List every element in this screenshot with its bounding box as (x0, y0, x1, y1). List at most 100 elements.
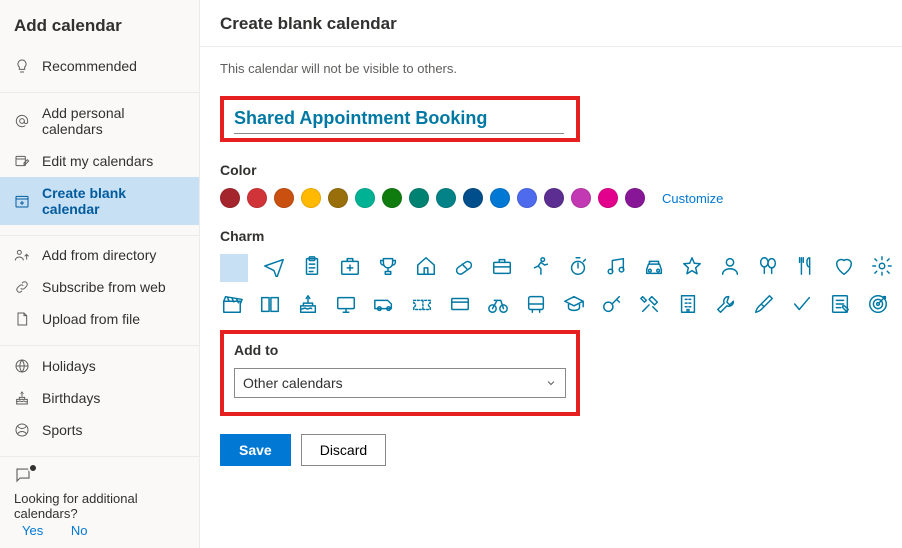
sidebar-item-label: Holidays (42, 358, 96, 374)
charm-checkmark[interactable] (790, 292, 814, 316)
sidebar-item-label: Subscribe from web (42, 279, 166, 295)
charm-key[interactable] (600, 292, 624, 316)
globe-icon (14, 358, 30, 374)
calendar-name-highlight (220, 96, 580, 142)
sports-icon (14, 422, 30, 438)
charm-running[interactable] (528, 254, 552, 278)
notification-badge (28, 463, 38, 473)
sidebar-title: Add calendar (0, 8, 199, 50)
addto-dropdown[interactable]: Other calendars (234, 368, 566, 398)
charm-target[interactable] (866, 292, 890, 316)
charm-ticket[interactable] (410, 292, 434, 316)
add-calendar-icon (14, 193, 30, 209)
sidebar-item-directory[interactable]: Add from directory (0, 239, 199, 271)
charm-clapboard[interactable] (220, 292, 244, 316)
color-swatch-4[interactable] (328, 188, 348, 208)
color-swatch-7[interactable] (409, 188, 429, 208)
footer-question: Looking for additional calendars? (14, 491, 185, 521)
sidebar-item-create-blank[interactable]: Create blank calendar (0, 177, 199, 225)
sidebar-item-label: Add personal calendars (42, 105, 185, 137)
charm-heart[interactable] (832, 254, 856, 278)
save-button[interactable]: Save (220, 434, 291, 466)
color-swatch-14[interactable] (598, 188, 618, 208)
charm-section-label: Charm (220, 228, 882, 244)
sidebar-item-label: Edit my calendars (42, 153, 153, 169)
directory-icon (14, 247, 30, 263)
charm-cake[interactable] (296, 292, 320, 316)
charm-building[interactable] (676, 292, 700, 316)
sidebar-item-recommended[interactable]: Recommended (0, 50, 199, 82)
charm-firstaid[interactable] (338, 254, 362, 278)
color-swatch-13[interactable] (571, 188, 591, 208)
sidebar-item-holidays[interactable]: Holidays (0, 350, 199, 382)
charm-trophy[interactable] (376, 254, 400, 278)
charm-clipboard[interactable] (300, 254, 324, 278)
charm-wrench[interactable] (714, 292, 738, 316)
sidebar-item-personal-calendars[interactable]: Add personal calendars (0, 97, 199, 145)
color-swatch-5[interactable] (355, 188, 375, 208)
color-swatch-0[interactable] (220, 188, 240, 208)
discard-button[interactable]: Discard (301, 434, 386, 466)
color-swatch-2[interactable] (274, 188, 294, 208)
at-icon (14, 113, 30, 129)
charm-graduation[interactable] (562, 292, 586, 316)
charm-star[interactable] (680, 254, 704, 278)
color-swatch-1[interactable] (247, 188, 267, 208)
sidebar-item-birthdays[interactable]: Birthdays (0, 382, 199, 414)
color-swatch-6[interactable] (382, 188, 402, 208)
charm-none[interactable] (220, 254, 248, 282)
sidebar-item-edit-calendars[interactable]: Edit my calendars (0, 145, 199, 177)
color-section-label: Color (220, 162, 882, 178)
color-swatch-10[interactable] (490, 188, 510, 208)
sidebar-item-label: Sports (42, 422, 82, 438)
addto-label: Add to (234, 342, 566, 358)
sidebar-item-sports[interactable]: Sports (0, 414, 199, 446)
customize-link[interactable]: Customize (662, 191, 723, 206)
addto-highlight: Add to Other calendars (220, 330, 580, 416)
charm-creditcard[interactable] (448, 292, 472, 316)
charm-bicycle[interactable] (486, 292, 510, 316)
charm-balloons[interactable] (756, 254, 780, 278)
charm-grid (220, 254, 900, 316)
footer-yes-link[interactable]: Yes (22, 523, 43, 538)
page-subtext: This calendar will not be visible to oth… (220, 61, 882, 76)
lightbulb-icon (14, 58, 30, 74)
sidebar-footer: Looking for additional calendars? Yes No (0, 460, 199, 548)
sidebar-item-label: Upload from file (42, 311, 140, 327)
footer-no-link[interactable]: No (71, 523, 88, 538)
charm-car[interactable] (642, 254, 666, 278)
addto-value: Other calendars (243, 375, 343, 391)
color-swatch-12[interactable] (544, 188, 564, 208)
sidebar: Add calendar Recommended Add personal ca… (0, 0, 200, 548)
sidebar-item-upload[interactable]: Upload from file (0, 303, 199, 335)
color-swatch-15[interactable] (625, 188, 645, 208)
charm-home[interactable] (414, 254, 438, 278)
main-panel: Create blank calendar This calendar will… (200, 0, 902, 548)
charm-person[interactable] (718, 254, 742, 278)
charm-pill[interactable] (452, 254, 476, 278)
charm-food[interactable] (794, 254, 818, 278)
sidebar-item-subscribe[interactable]: Subscribe from web (0, 271, 199, 303)
sidebar-item-label: Add from directory (42, 247, 156, 263)
color-swatch-8[interactable] (436, 188, 456, 208)
sidebar-item-label: Create blank calendar (42, 185, 185, 217)
charm-book[interactable] (258, 292, 282, 316)
charm-airplane[interactable] (262, 254, 286, 278)
cake-icon (14, 390, 30, 406)
charm-note[interactable] (828, 292, 852, 316)
charm-van[interactable] (372, 292, 396, 316)
chevron-down-icon (545, 377, 557, 389)
charm-tools[interactable] (638, 292, 662, 316)
color-swatch-11[interactable] (517, 188, 537, 208)
charm-briefcase[interactable] (490, 254, 514, 278)
color-swatch-9[interactable] (463, 188, 483, 208)
link-icon (14, 279, 30, 295)
charm-gear[interactable] (870, 254, 894, 278)
charm-bus[interactable] (524, 292, 548, 316)
color-swatch-3[interactable] (301, 188, 321, 208)
charm-paintbrush[interactable] (752, 292, 776, 316)
charm-music[interactable] (604, 254, 628, 278)
charm-monitor[interactable] (334, 292, 358, 316)
calendar-name-input[interactable] (234, 106, 564, 134)
charm-stopwatch[interactable] (566, 254, 590, 278)
